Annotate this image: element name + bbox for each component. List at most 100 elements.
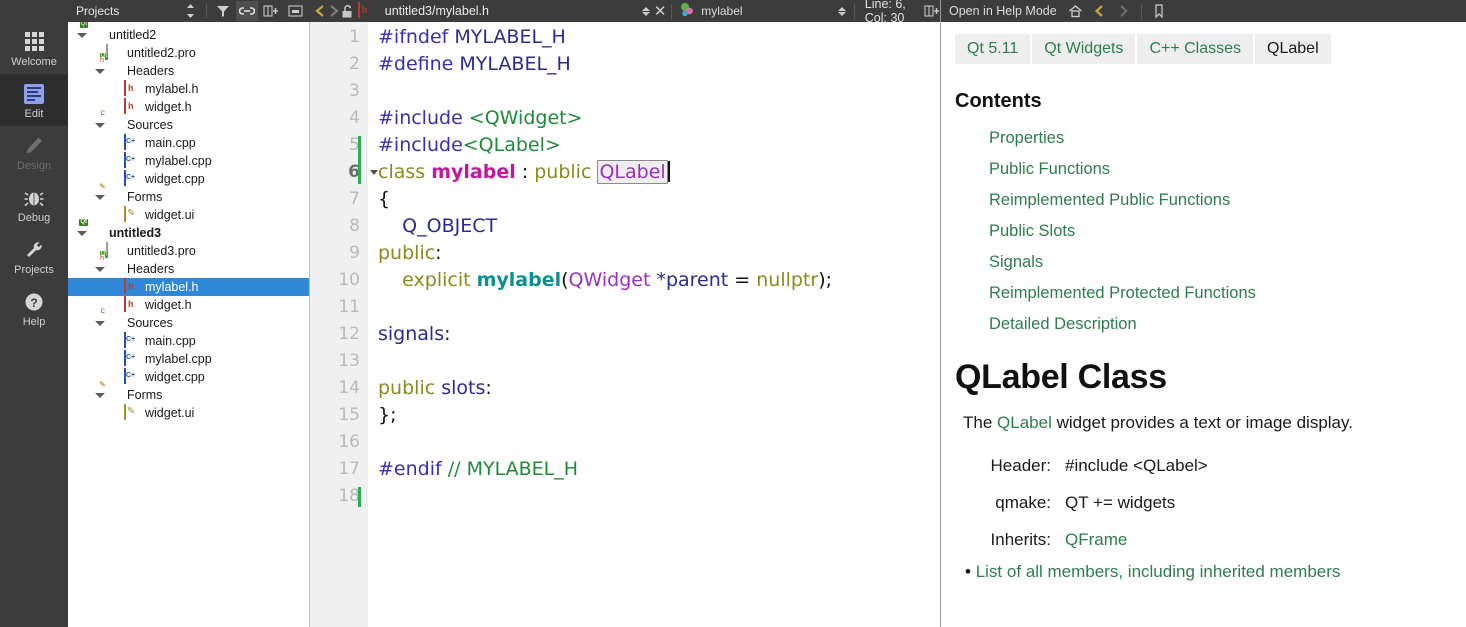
tree-item[interactable]: widget.ui bbox=[68, 404, 309, 422]
h-file-icon bbox=[124, 98, 140, 115]
tree-item[interactable]: Headers bbox=[68, 62, 309, 80]
table-of-contents: Properties Public Functions Reimplemented … bbox=[941, 123, 1466, 340]
help-back-icon[interactable] bbox=[1089, 1, 1111, 21]
expand-arrow-icon[interactable] bbox=[94, 66, 105, 76]
toc-link[interactable]: Public Slots bbox=[989, 216, 1452, 247]
split-add-icon[interactable] bbox=[260, 1, 282, 21]
toc-link[interactable]: Reimplemented Protected Functions bbox=[989, 278, 1452, 309]
question-mark-icon: ? bbox=[21, 289, 47, 315]
open-file-selector[interactable]: untitled3/mylabel.h bbox=[354, 2, 654, 19]
code-line: #endif // MYLABEL_H bbox=[378, 458, 579, 480]
projects-panel-title: Projects bbox=[76, 4, 120, 18]
mode-item-help[interactable]: ? Help bbox=[0, 282, 68, 334]
pro-file-icon bbox=[106, 44, 122, 61]
toc-link[interactable]: Properties bbox=[989, 123, 1452, 154]
link-with-editor-icon[interactable] bbox=[236, 1, 258, 21]
mode-item-projects[interactable]: Projects bbox=[0, 230, 68, 282]
all-members-link-label[interactable]: List of all members, including inherited… bbox=[976, 562, 1341, 581]
help-breadcrumbs: Qt 5.11 Qt Widgets C++ Classes QLabel bbox=[941, 34, 1466, 64]
toolbar-separator bbox=[1140, 3, 1142, 19]
expand-arrow-icon[interactable] bbox=[76, 30, 87, 40]
code-content[interactable]: #ifndef MYLABEL_H #define MYLABEL_H #inc… bbox=[368, 22, 940, 627]
lock-document-icon[interactable] bbox=[340, 1, 354, 21]
code-line: class mylabel : public QLabel bbox=[378, 159, 940, 186]
tree-item[interactable]: Forms bbox=[68, 188, 309, 206]
toc-link[interactable]: Signals bbox=[989, 247, 1452, 278]
h-file-icon bbox=[124, 278, 140, 295]
breadcrumb-item[interactable]: Qt 5.11 bbox=[955, 34, 1031, 64]
mode-item-edit[interactable]: Edit bbox=[0, 74, 68, 126]
tree-item[interactable]: mylabel.cpp bbox=[68, 152, 309, 170]
open-file-name: untitled3/mylabel.h bbox=[384, 4, 489, 18]
navigate-back-icon[interactable] bbox=[314, 1, 327, 21]
close-sidebar-icon[interactable] bbox=[284, 1, 306, 21]
expand-arrow-icon[interactable] bbox=[94, 318, 105, 328]
mode-item-label: Edit bbox=[24, 107, 44, 120]
mode-item-label: Help bbox=[22, 315, 46, 328]
editor-toolbar: untitled3/mylabel.h ✕ mylabel Line: 6, C… bbox=[310, 0, 940, 25]
expand-arrow-icon[interactable] bbox=[94, 192, 105, 202]
toc-link[interactable]: Detailed Description bbox=[989, 309, 1452, 340]
tree-item[interactable]: untitled3 bbox=[68, 224, 309, 242]
property-value[interactable]: QFrame bbox=[1065, 521, 1127, 558]
code-editor[interactable]: 1 2 3 4 5 6 7 8 9 10 11 12 13 14 15 16 17 18 #ifndef MYLA… bbox=[310, 22, 940, 627]
sync-selector-icon[interactable] bbox=[179, 1, 201, 21]
help-forward-icon[interactable] bbox=[1113, 1, 1135, 21]
qlabel-link[interactable]: QLabel bbox=[997, 413, 1052, 432]
tree-item[interactable]: Forms bbox=[68, 386, 309, 404]
tree-item[interactable]: Headers bbox=[68, 260, 309, 278]
line-number: 9 bbox=[349, 243, 360, 263]
expand-arrow-icon[interactable] bbox=[94, 390, 105, 400]
expand-arrow-icon[interactable] bbox=[94, 264, 105, 274]
tree-item[interactable]: main.cpp bbox=[68, 134, 309, 152]
expand-arrow-icon[interactable] bbox=[76, 228, 87, 238]
tree-item[interactable]: main.cpp bbox=[68, 332, 309, 350]
tree-item-label: Headers bbox=[127, 64, 175, 78]
cpp-file-icon bbox=[124, 134, 140, 151]
navigate-forward-icon[interactable] bbox=[327, 1, 340, 21]
tree-item-label: Headers bbox=[127, 262, 175, 276]
breadcrumb-item[interactable]: Qt Widgets bbox=[1032, 34, 1136, 64]
tree-item[interactable]: untitled2 bbox=[68, 26, 309, 44]
tree-item[interactable]: widget.ui bbox=[68, 206, 309, 224]
mode-item-debug[interactable]: Debug bbox=[0, 178, 68, 230]
project-tree[interactable]: untitled2 untitled2.pro Headers mylabel.h wi… bbox=[68, 22, 310, 627]
home-icon[interactable] bbox=[1065, 1, 1087, 21]
split-editor-icon[interactable] bbox=[924, 1, 940, 21]
tree-item[interactable]: Sources bbox=[68, 314, 309, 332]
line-number: 17 bbox=[338, 459, 360, 479]
pro-file-icon bbox=[106, 242, 122, 259]
tree-item[interactable]: mylabel.cpp bbox=[68, 350, 309, 368]
mode-selector-bar: Welcome Edit Design Debug Projects? Help bbox=[0, 0, 68, 627]
symbol-selector[interactable]: mylabel bbox=[675, 2, 850, 20]
bookmark-icon[interactable] bbox=[1148, 1, 1170, 21]
breadcrumb-item[interactable]: C++ Classes bbox=[1137, 34, 1254, 64]
toc-link[interactable]: Public Functions bbox=[989, 154, 1452, 185]
ui-file-icon bbox=[124, 206, 140, 223]
symbol-name: mylabel bbox=[701, 4, 743, 18]
tree-item[interactable]: Sources bbox=[68, 116, 309, 134]
cpp-file-icon bbox=[124, 368, 140, 385]
code-line: Q_OBJECT bbox=[378, 215, 498, 237]
symbol-selector-arrows[interactable] bbox=[838, 6, 847, 16]
fold-marker-icon[interactable] bbox=[370, 170, 378, 175]
property-value: QT += widgets bbox=[1065, 493, 1176, 512]
tree-item-label: Sources bbox=[127, 118, 173, 132]
expand-arrow-icon[interactable] bbox=[94, 120, 105, 130]
toc-link[interactable]: Reimplemented Public Functions bbox=[989, 185, 1452, 216]
projects-panel: Projects untitled2 Qt untitled2.pro Head… bbox=[68, 0, 310, 627]
filter-icon[interactable] bbox=[212, 1, 234, 21]
file-selector-arrows[interactable] bbox=[641, 6, 650, 16]
mode-item-welcome[interactable]: Welcome bbox=[0, 22, 68, 74]
tree-item[interactable]: mylabel.h bbox=[68, 80, 309, 98]
tree-item[interactable]: mylabel.h bbox=[68, 278, 309, 296]
code-line: #ifndef MYLABEL_H bbox=[378, 26, 566, 48]
all-members-link[interactable]: • List of all members, including inherit… bbox=[941, 558, 1466, 582]
cpp-file-icon bbox=[124, 170, 140, 187]
open-in-help-mode-button[interactable]: Open in Help Mode bbox=[949, 4, 1057, 18]
mode-item-label: Design bbox=[16, 159, 52, 172]
close-document-icon[interactable]: ✕ bbox=[654, 1, 667, 21]
